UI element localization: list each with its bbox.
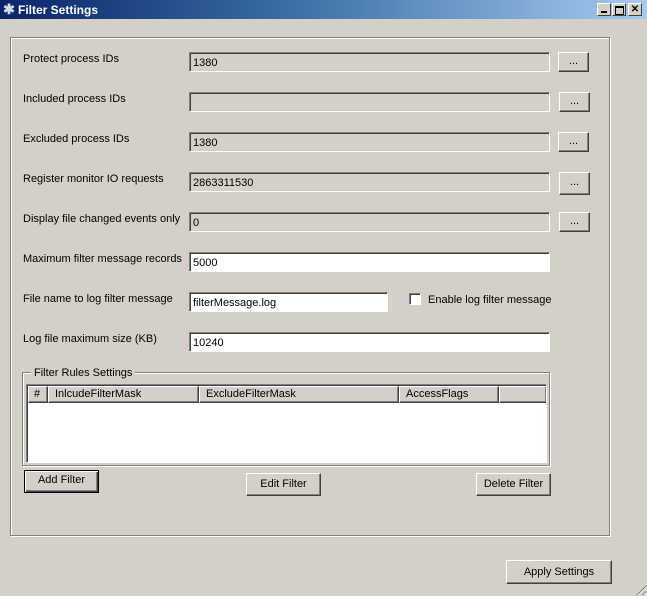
display-changed-label: Display file changed events only xyxy=(23,213,181,225)
included-pids-field[interactable] xyxy=(189,92,550,112)
display-changed-field[interactable]: 0 xyxy=(189,212,550,232)
log-file-name-input[interactable]: filterMessage.log xyxy=(189,292,388,312)
log-max-size-label: Log file maximum size (KB) xyxy=(23,333,157,345)
list-header: # InlcudeFilterMask ExcludeFilterMask Ac… xyxy=(28,386,546,403)
register-io-field[interactable]: 2863311530 xyxy=(189,172,550,192)
column-header-index[interactable]: # xyxy=(28,386,48,403)
minimize-icon xyxy=(601,11,607,13)
column-header-access-flags[interactable]: AccessFlags xyxy=(399,386,499,403)
register-io-browse-button[interactable]: ... xyxy=(559,172,590,195)
enable-log-checkbox[interactable] xyxy=(409,293,421,305)
max-records-label: Maximum filter message records xyxy=(23,253,182,265)
title-bar: ✱ Filter Settings ✕ xyxy=(0,0,647,19)
window-title: Filter Settings xyxy=(18,3,99,17)
protect-pids-field[interactable]: 1380 xyxy=(189,52,550,72)
resize-grip[interactable] xyxy=(634,583,646,595)
maximize-icon xyxy=(614,6,624,15)
display-changed-browse-button[interactable]: ... xyxy=(559,212,590,232)
log-max-size-input[interactable]: 10240 xyxy=(189,332,550,352)
column-header-include-mask[interactable]: InlcudeFilterMask xyxy=(48,386,199,403)
included-pids-browse-button[interactable]: ... xyxy=(559,92,590,112)
close-button[interactable]: ✕ xyxy=(628,3,642,16)
minimize-button[interactable] xyxy=(597,3,611,16)
excluded-pids-label: Excluded process IDs xyxy=(23,133,130,145)
column-header-filler[interactable] xyxy=(499,386,546,403)
filter-rules-list[interactable]: # InlcudeFilterMask ExcludeFilterMask Ac… xyxy=(26,384,547,463)
add-filter-button[interactable]: Add Filter xyxy=(24,470,99,493)
excluded-pids-browse-button[interactable]: ... xyxy=(558,132,589,152)
filter-rules-legend: Filter Rules Settings xyxy=(31,367,136,379)
close-icon: ✕ xyxy=(630,4,640,15)
included-pids-label: Included process IDs xyxy=(23,93,126,105)
protect-pids-label: Protect process IDs xyxy=(23,53,119,65)
column-header-exclude-mask[interactable]: ExcludeFilterMask xyxy=(199,386,399,403)
edit-filter-button[interactable]: Edit Filter xyxy=(246,473,321,496)
max-records-input[interactable]: 5000 xyxy=(189,252,550,272)
log-file-name-label: File name to log filter message xyxy=(23,293,173,305)
excluded-pids-field[interactable]: 1380 xyxy=(189,132,550,152)
protect-pids-browse-button[interactable]: ... xyxy=(558,52,589,72)
delete-filter-button[interactable]: Delete Filter xyxy=(476,473,551,496)
register-io-label: Register monitor IO requests xyxy=(23,173,164,185)
maximize-button[interactable] xyxy=(612,3,626,16)
apply-settings-button[interactable]: Apply Settings xyxy=(506,560,612,584)
gear-icon: ✱ xyxy=(3,1,15,17)
enable-log-label[interactable]: Enable log filter message xyxy=(428,293,552,307)
